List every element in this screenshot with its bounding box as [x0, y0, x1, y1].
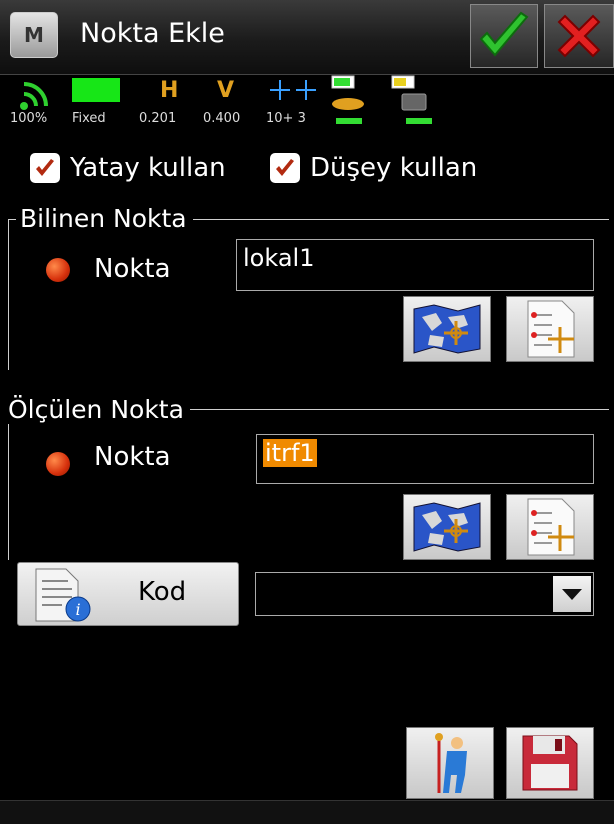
- measured-point-map-button[interactable]: [403, 494, 491, 560]
- measured-point-list-button[interactable]: [506, 494, 594, 560]
- yatay-checkbox[interactable]: Yatay kullan: [30, 150, 226, 186]
- known-point-value: lokal1: [243, 244, 315, 272]
- known-point-label: Nokta: [94, 254, 171, 284]
- save-icon: [522, 735, 578, 791]
- yatay-label: Yatay kullan: [70, 153, 226, 183]
- status-dot: [46, 452, 70, 476]
- status-dot: [46, 258, 70, 282]
- measure-button[interactable]: [406, 727, 494, 799]
- close-icon: [557, 14, 601, 58]
- measured-point-value: itrf1: [263, 439, 317, 467]
- point-list-icon: [527, 300, 575, 358]
- map-icon: [413, 502, 481, 552]
- cancel-button[interactable]: [544, 4, 614, 68]
- menu-label: M: [24, 23, 44, 47]
- chevron-down-icon: [562, 589, 582, 600]
- ok-button[interactable]: [470, 4, 538, 68]
- satellite-count: 10+ 3: [266, 111, 306, 126]
- dropdown-arrow-button[interactable]: [553, 576, 591, 612]
- menu-button[interactable]: M: [10, 12, 58, 58]
- rover-battery-icon: [391, 75, 432, 124]
- fix-value: Fixed: [72, 111, 106, 126]
- svg-text:i: i: [75, 600, 80, 619]
- surveyor-icon: [435, 733, 467, 793]
- v-label: V: [217, 78, 235, 103]
- signal-value: 100%: [10, 111, 48, 126]
- known-point-list-button[interactable]: [506, 296, 594, 362]
- save-button[interactable]: [506, 727, 594, 799]
- satellite-icon: [270, 80, 316, 100]
- bottom-bar: [0, 800, 614, 824]
- v-value: 0.400: [203, 111, 241, 126]
- code-label: Kod: [138, 577, 187, 607]
- measured-point-title: Ölçülen Nokta: [4, 395, 190, 424]
- measured-point-input[interactable]: itrf1: [256, 434, 594, 484]
- known-point-input[interactable]: lokal1: [236, 239, 594, 291]
- code-button[interactable]: i Kod: [17, 562, 239, 626]
- page-title: Nokta Ekle: [80, 18, 225, 49]
- dusey-label: Düşey kullan: [310, 153, 478, 183]
- checkbox-box[interactable]: [30, 153, 60, 183]
- known-point-map-button[interactable]: [403, 296, 491, 362]
- check-icon: [36, 159, 54, 176]
- code-dropdown[interactable]: [255, 572, 594, 616]
- measured-point-label: Nokta: [94, 442, 171, 472]
- signal-icon: [20, 82, 48, 110]
- map-icon: [413, 304, 481, 354]
- checkmark-icon: [479, 11, 529, 57]
- document-info-icon: i: [35, 568, 91, 622]
- check-icon: [276, 159, 294, 176]
- checkbox-box[interactable]: [270, 153, 300, 183]
- known-point-title: Bilinen Nokta: [16, 204, 193, 233]
- point-list-icon: [527, 498, 575, 556]
- h-value: 0.201: [139, 111, 177, 126]
- base-battery-icon: [331, 75, 364, 124]
- dusey-checkbox[interactable]: Düşey kullan: [270, 150, 477, 186]
- h-label: H: [160, 78, 179, 103]
- fix-status-bar: [72, 78, 120, 102]
- title-bar: M Nokta Ekle: [0, 0, 614, 75]
